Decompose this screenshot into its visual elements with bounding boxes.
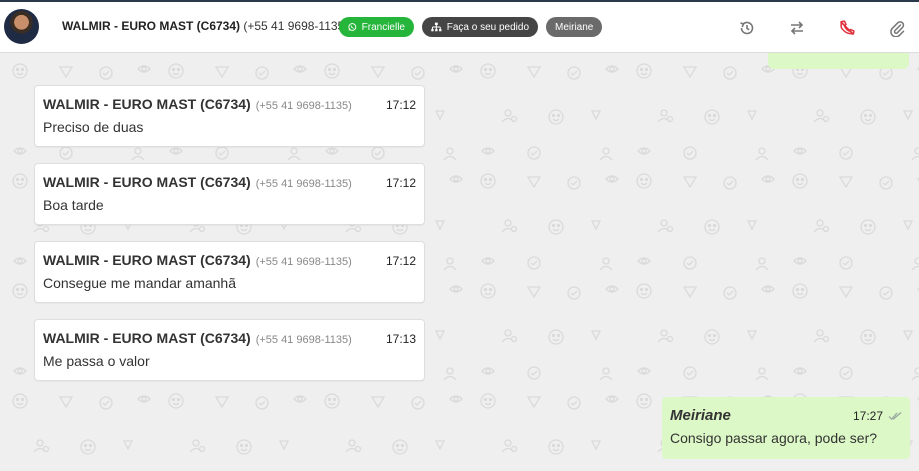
- message-sender: Meiriane: [670, 407, 731, 424]
- double-check-icon: [888, 411, 902, 421]
- chat-area[interactable]: WALMIR - EURO MAST (C6734) (+55 41 9698-…: [0, 53, 919, 471]
- history-button[interactable]: [737, 18, 757, 38]
- message-phone: (+55 41 9698-1135): [255, 334, 352, 346]
- history-icon: [740, 21, 754, 35]
- org-chart-icon: [431, 22, 442, 32]
- attach-icon: [890, 21, 905, 37]
- message-time: 17:12: [385, 254, 416, 268]
- message-time: 17:12: [385, 176, 416, 190]
- message-phone: (+55 41 9698-1135): [255, 178, 352, 190]
- message-text: Me passa o valor: [43, 353, 150, 369]
- tag-label: Faça o seu pedido: [446, 21, 529, 33]
- message-text: Boa tarde: [43, 197, 104, 213]
- message-time: 17:13: [385, 332, 416, 346]
- message-sender: WALMIR - EURO MAST (C6734): [43, 96, 251, 112]
- message-text: Consegue me mandar amanhã: [43, 275, 237, 291]
- message-text: Preciso de duas: [43, 119, 144, 135]
- message-sender: WALMIR - EURO MAST (C6734): [43, 330, 251, 346]
- message-time: 17:12: [385, 98, 416, 112]
- attach-button[interactable]: [887, 18, 907, 38]
- tag-order[interactable]: Faça o seu pedido: [422, 17, 538, 37]
- message-text: Consigo passar agora, pode ser?: [670, 430, 878, 446]
- tag-label: Meiriane: [555, 21, 594, 33]
- incoming-message[interactable]: WALMIR - EURO MAST (C6734) (+55 41 9698-…: [34, 85, 425, 147]
- incoming-message[interactable]: WALMIR - EURO MAST (C6734) (+55 41 9698-…: [34, 241, 425, 303]
- end-call-icon: [839, 20, 855, 36]
- contact-avatar[interactable]: [4, 9, 39, 44]
- contact-name: WALMIR - EURO MAST (C6734): [62, 19, 241, 33]
- tag-francielle[interactable]: Francielle: [339, 17, 414, 37]
- previous-outgoing-bubble: [768, 53, 909, 69]
- message-phone: (+55 41 9698-1135): [255, 256, 352, 268]
- tag-label: Francielle: [361, 21, 405, 33]
- whatsapp-icon: [348, 23, 357, 31]
- incoming-message[interactable]: WALMIR - EURO MAST (C6734) (+55 41 9698-…: [34, 163, 425, 225]
- incoming-message[interactable]: WALMIR - EURO MAST (C6734) (+55 41 9698-…: [34, 319, 425, 381]
- message-sender: WALMIR - EURO MAST (C6734): [43, 252, 251, 268]
- tag-meiriane[interactable]: Meiriane: [546, 17, 602, 37]
- contact-phone: (+55 41 9698-1135): [243, 19, 349, 33]
- message-time: 17:27: [852, 408, 883, 423]
- outgoing-message[interactable]: Meiriane 17:27 Consigo passar agora, pod…: [662, 397, 910, 459]
- message-phone: (+55 41 9698-1135): [255, 100, 352, 112]
- transfer-icon: [790, 21, 804, 35]
- transfer-button[interactable]: [787, 18, 807, 38]
- chat-header: WALMIR - EURO MAST (C6734) (+55 41 9698-…: [0, 0, 919, 53]
- end-call-button[interactable]: [837, 18, 857, 38]
- message-sender: WALMIR - EURO MAST (C6734): [43, 174, 251, 190]
- contact-title: WALMIR - EURO MAST (C6734) (+55 41 9698-…: [62, 19, 348, 33]
